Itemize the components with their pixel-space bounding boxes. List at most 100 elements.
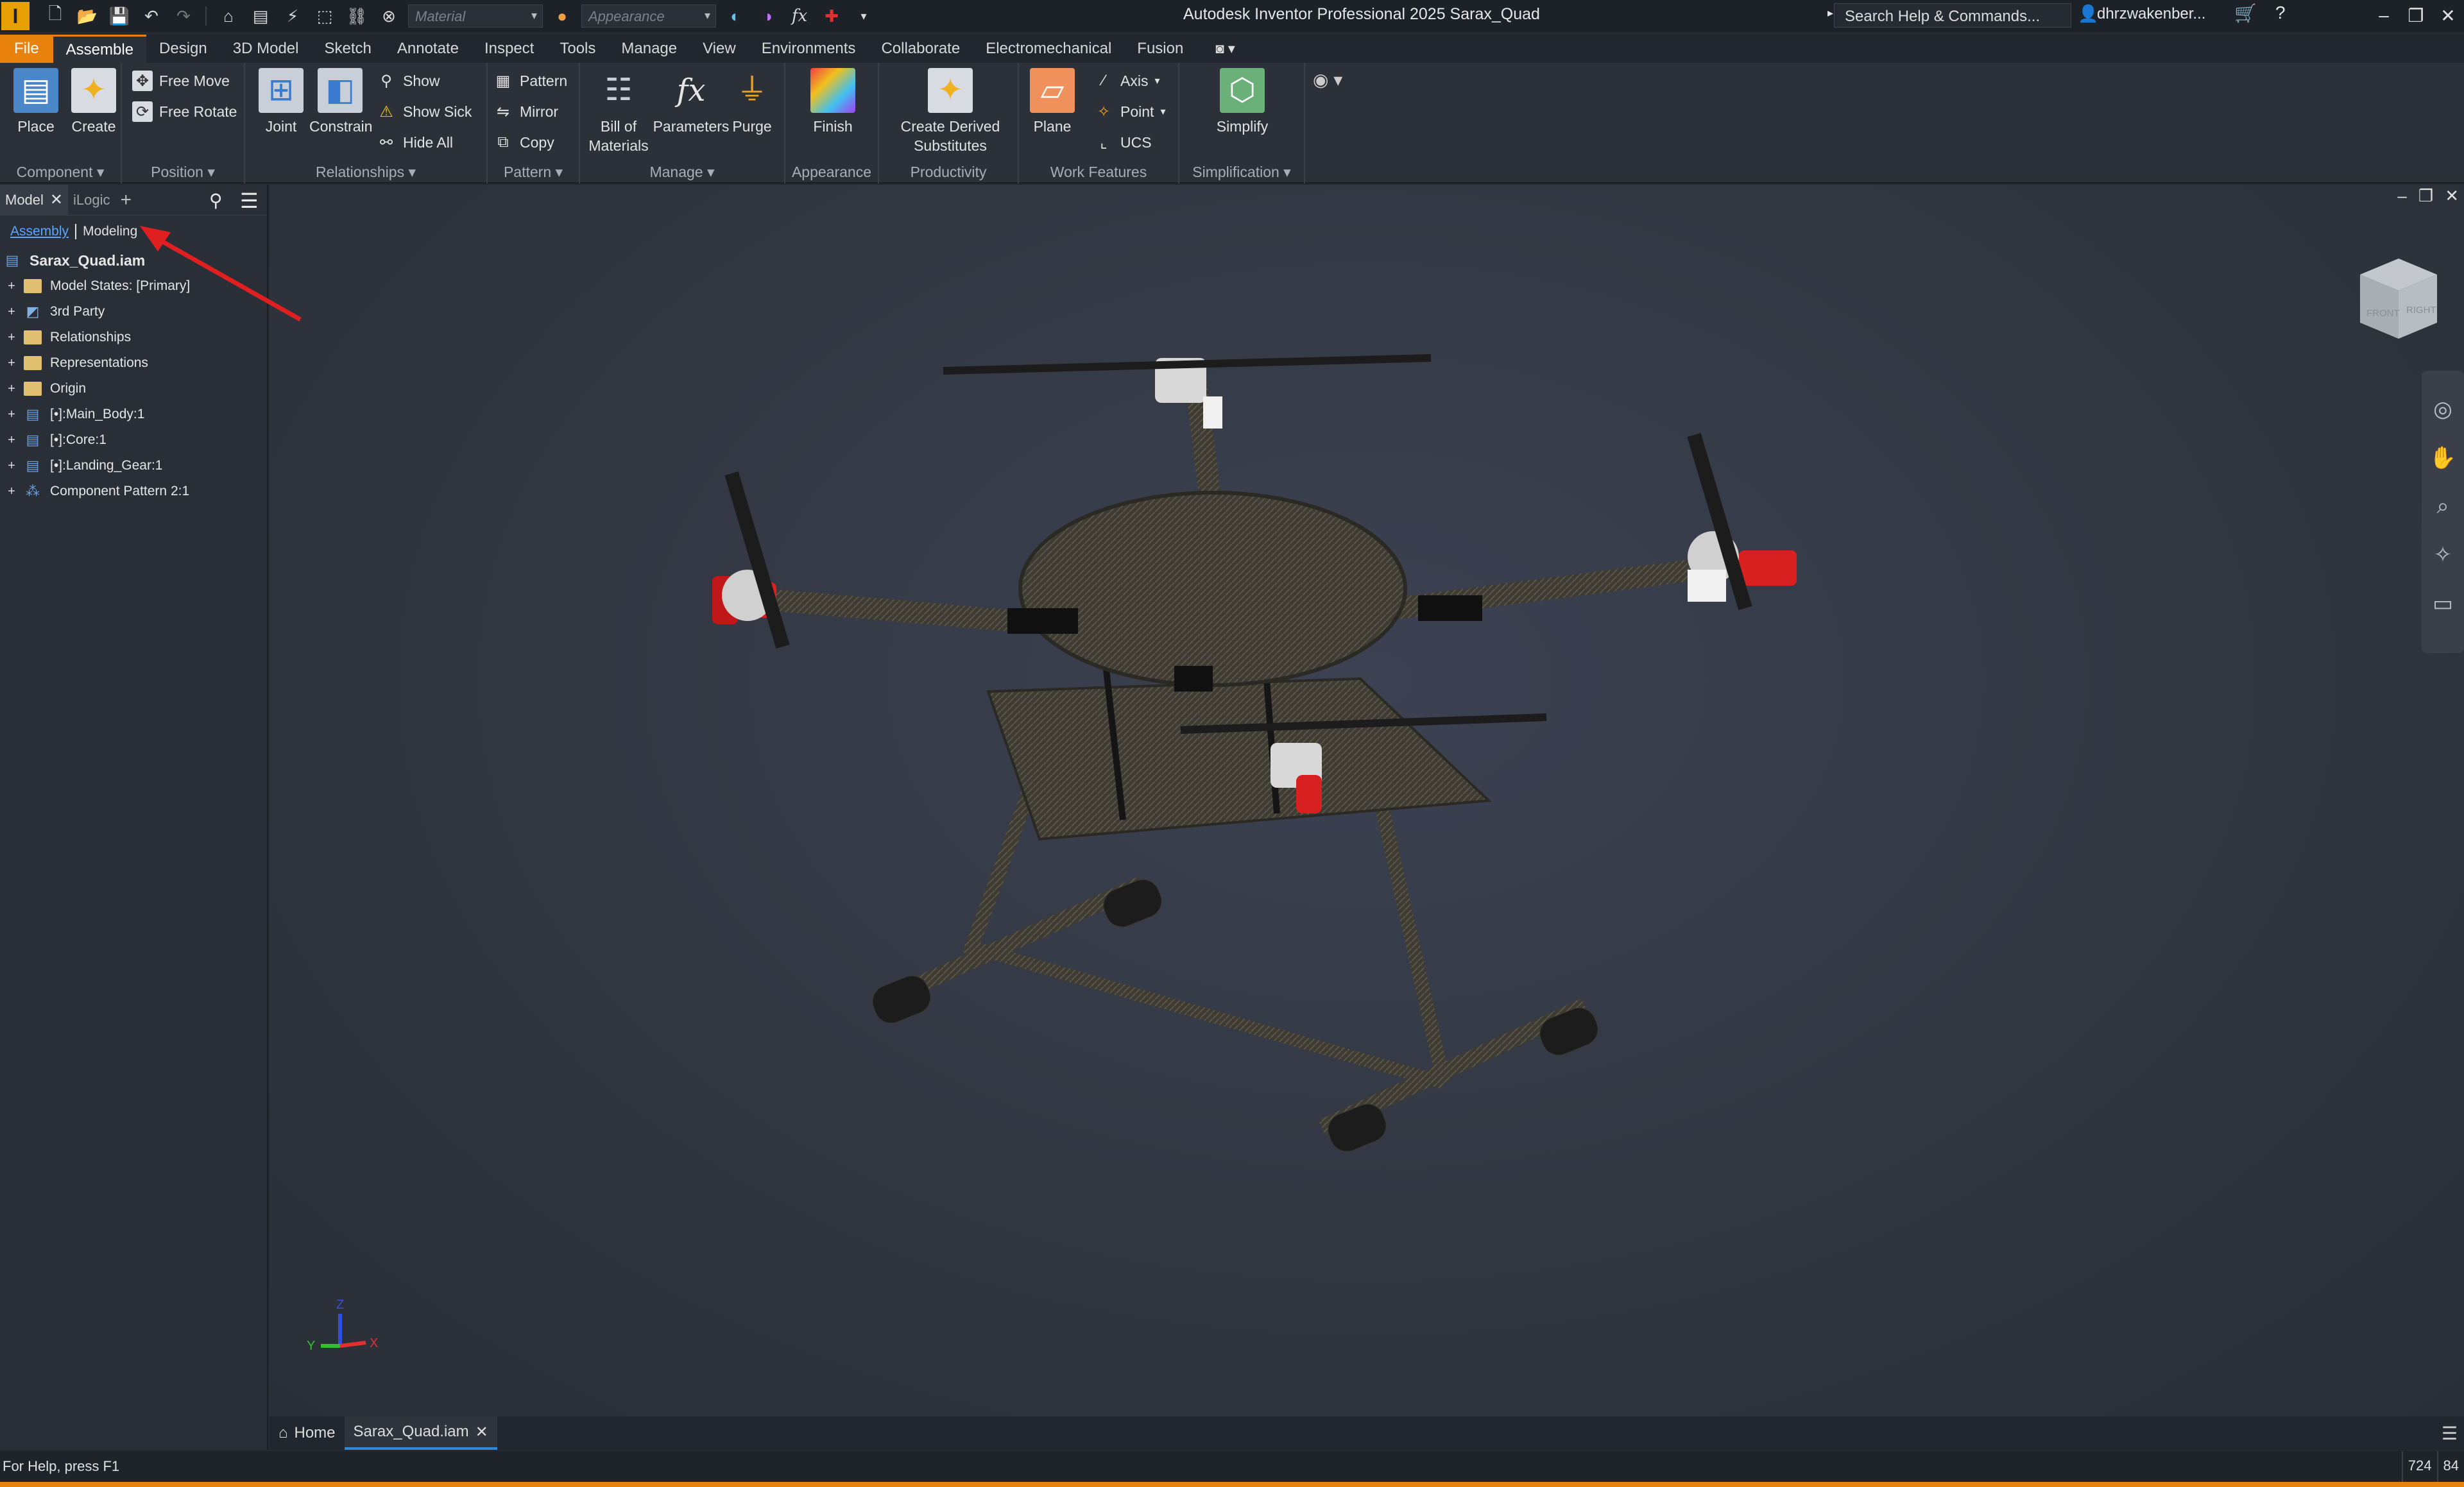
- free-move-button[interactable]: ✥ Free Move: [132, 67, 230, 95]
- close-tab-icon[interactable]: ✕: [475, 1423, 488, 1441]
- ucs-button[interactable]: ⌞ UCS: [1093, 128, 1151, 157]
- free-rotate-button[interactable]: ⟳ Free Rotate: [132, 98, 237, 126]
- panel-label-position[interactable]: Position ▾: [122, 164, 244, 181]
- new-file-icon[interactable]: 🗋: [42, 4, 68, 28]
- show-button[interactable]: ⚲ Show: [376, 67, 440, 95]
- expand-icon[interactable]: +: [6, 407, 17, 421]
- expand-icon[interactable]: +: [6, 433, 17, 447]
- cart-icon[interactable]: 🛒: [2234, 3, 2257, 24]
- tab-design[interactable]: Design: [146, 35, 220, 63]
- tab-manage[interactable]: Manage: [608, 35, 690, 63]
- tab-model[interactable]: Model ✕: [0, 184, 69, 216]
- point-button[interactable]: ✧ Point ▾: [1093, 98, 1166, 126]
- undo-icon[interactable]: ↶: [139, 4, 164, 28]
- home-tab[interactable]: ⌂ Home: [270, 1416, 345, 1450]
- panel-label-relationships[interactable]: Relationships ▾: [245, 164, 486, 181]
- viewcube-right-label[interactable]: RIGHT: [2406, 305, 2436, 316]
- tree-item-landing-gear[interactable]: + ▤ [•]:Landing_Gear:1: [0, 453, 267, 479]
- tab-assemble[interactable]: Assemble: [53, 35, 147, 63]
- expand-icon[interactable]: +: [6, 459, 17, 473]
- tree-root[interactable]: ▤ Sarax_Quad.iam: [0, 248, 267, 273]
- search-help-input[interactable]: Search Help & Commands...: [1834, 3, 2071, 28]
- viewcube[interactable]: FRONT RIGHT: [2347, 249, 2450, 345]
- link-icon[interactable]: ⛓: [344, 4, 370, 28]
- expand-icon[interactable]: +: [6, 330, 17, 344]
- mirror-button[interactable]: ⇋ Mirror: [493, 98, 558, 126]
- panel-label-manage[interactable]: Manage ▾: [580, 164, 784, 181]
- finish-button[interactable]: Finish: [802, 68, 864, 136]
- add-tab-icon[interactable]: +: [116, 185, 137, 216]
- tree-item-main-body[interactable]: + ▤ [•]:Main_Body:1: [0, 402, 267, 427]
- adjust-icon[interactable]: ◐: [723, 4, 748, 28]
- tab-collaborate[interactable]: Collaborate: [868, 35, 973, 63]
- expand-icon[interactable]: +: [6, 356, 17, 370]
- panel-label-pattern[interactable]: Pattern ▾: [488, 164, 579, 181]
- tree-item-model-states[interactable]: + Model States: [Primary]: [0, 273, 267, 299]
- addin-icon[interactable]: ✚: [819, 4, 844, 28]
- ribbon-options-icon[interactable]: ◉ ▾: [1313, 69, 1342, 90]
- parameters-button[interactable]: fx Parameters: [649, 68, 733, 136]
- show-sick-button[interactable]: ⚠ Show Sick: [376, 98, 472, 126]
- user-name[interactable]: dhrzwakenber...: [2097, 5, 2205, 23]
- tab-electromechanical[interactable]: Electromechanical: [973, 35, 1124, 63]
- hamburger-menu-icon[interactable]: ☰: [240, 189, 259, 213]
- tab-environments[interactable]: Environments: [749, 35, 869, 63]
- plane-button[interactable]: ▱ Plane: [1022, 68, 1083, 136]
- place-button[interactable]: ▤ Place: [5, 68, 67, 136]
- look-at-icon[interactable]: ▭: [2433, 591, 2453, 616]
- clear-appearance-icon[interactable]: ◑: [755, 4, 780, 28]
- search-icon[interactable]: ⚲: [209, 190, 223, 211]
- create-button[interactable]: ✦ Create: [63, 68, 124, 136]
- tab-annotate[interactable]: Annotate: [384, 35, 472, 63]
- home-icon[interactable]: ⌂: [216, 4, 241, 28]
- update-icon[interactable]: ⚡: [280, 4, 305, 28]
- tab-file[interactable]: File: [0, 35, 53, 63]
- expand-icon[interactable]: +: [6, 305, 17, 319]
- tree-item-component-pattern[interactable]: + ⁂ Component Pattern 2:1: [0, 479, 267, 504]
- expand-icon[interactable]: +: [6, 484, 17, 498]
- constrain-button[interactable]: ◧ Constrain: [309, 68, 372, 136]
- projects-icon[interactable]: ▤: [248, 4, 273, 28]
- joint-button[interactable]: ⊞ Joint: [250, 68, 312, 136]
- orbit-icon[interactable]: ✧: [2434, 542, 2452, 568]
- expand-icon[interactable]: +: [6, 279, 17, 293]
- material-sphere-icon[interactable]: ⊗: [376, 4, 402, 28]
- tab-3d-model[interactable]: 3D Model: [220, 35, 312, 63]
- tab-sketch[interactable]: Sketch: [311, 35, 384, 63]
- minimize-icon[interactable]: –: [2368, 1, 2400, 30]
- help-icon[interactable]: ?: [2275, 3, 2286, 23]
- panel-label-simplification[interactable]: Simplification ▾: [1179, 164, 1304, 181]
- tab-inspect[interactable]: Inspect: [472, 35, 547, 63]
- tab-fusion[interactable]: Fusion: [1124, 35, 1196, 63]
- steering-wheel-icon[interactable]: ◎: [2433, 396, 2452, 422]
- simplify-button[interactable]: ⬡ Simplify: [1211, 68, 1273, 136]
- select-icon[interactable]: ⬚: [312, 4, 338, 28]
- tree-item-core[interactable]: + ▤ [•]:Core:1: [0, 427, 267, 453]
- tab-ilogic[interactable]: iLogic: [68, 185, 115, 216]
- save-icon[interactable]: 💾: [107, 4, 132, 28]
- hide-all-button[interactable]: ⚯ Hide All: [376, 128, 453, 157]
- close-tab-icon[interactable]: ✕: [50, 191, 63, 209]
- tree-item-relationships[interactable]: + Relationships: [0, 325, 267, 350]
- customize-qat-icon[interactable]: ▾: [851, 4, 877, 28]
- document-tabs-menu-icon[interactable]: ☰: [2442, 1423, 2458, 1444]
- tab-tools[interactable]: Tools: [547, 35, 608, 63]
- modeling-view-link[interactable]: Modeling: [75, 224, 137, 239]
- copy-button[interactable]: ⧉ Copy: [493, 128, 554, 157]
- drone-model[interactable]: [270, 185, 2464, 1423]
- assembly-view-link[interactable]: Assembly: [10, 224, 69, 239]
- tree-item-3rd-party[interactable]: + ◩ 3rd Party: [0, 299, 267, 325]
- redo-icon[interactable]: ↷: [171, 4, 196, 28]
- appearance-combo[interactable]: Appearance ▾: [581, 4, 716, 28]
- close-icon[interactable]: ✕: [2432, 1, 2464, 30]
- open-folder-icon[interactable]: 📂: [74, 4, 100, 28]
- tree-item-origin[interactable]: + Origin: [0, 376, 267, 402]
- expand-arrow-icon[interactable]: ▸: [1827, 6, 1833, 20]
- purge-button[interactable]: ⏚ Purge: [725, 68, 779, 136]
- expand-icon[interactable]: +: [6, 382, 17, 396]
- viewcube-front-label[interactable]: FRONT: [2366, 308, 2400, 319]
- material-combo[interactable]: Material ▾: [408, 4, 543, 28]
- panel-label-component[interactable]: Component ▾: [0, 164, 121, 181]
- ribbon-display-toggle-icon[interactable]: ◙ ▾: [1215, 40, 1235, 57]
- tab-view[interactable]: View: [690, 35, 749, 63]
